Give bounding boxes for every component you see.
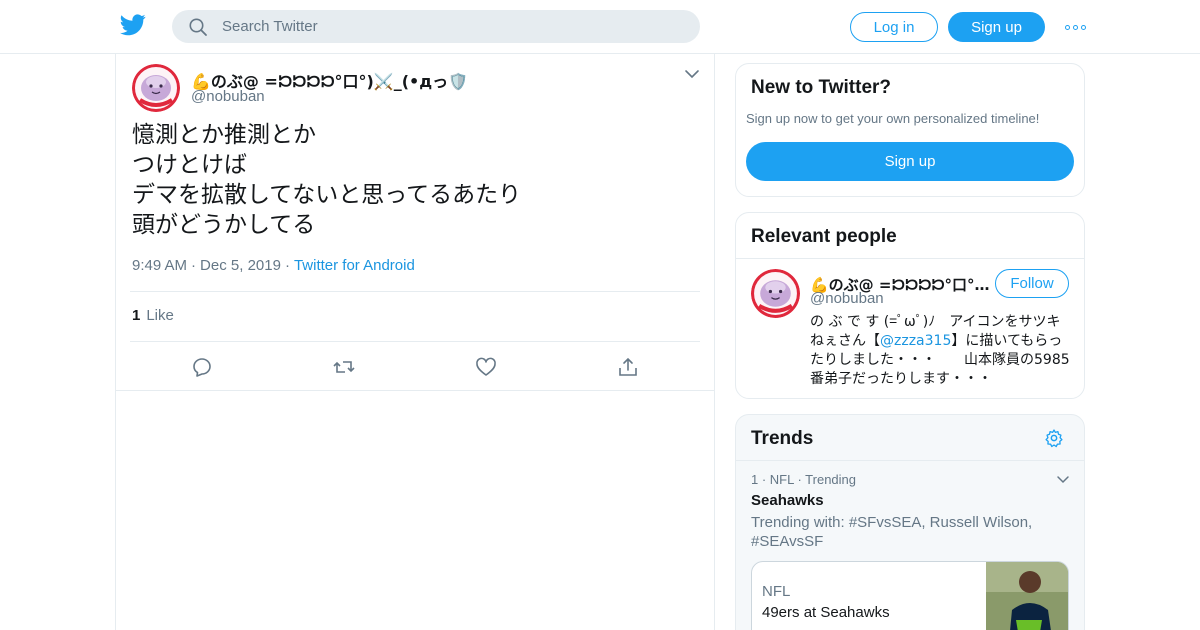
tweet-text: 憶測とか推測とか つけとけば デマを拡散してないと思ってるあたり 頭がどうかして…	[132, 120, 521, 240]
search-bar[interactable]: Search Twitter	[172, 10, 700, 43]
like-icon[interactable]	[474, 355, 498, 379]
tweet-metadata: 9:49 AM · Dec 5, 2019 · Twitter for Android	[132, 257, 415, 274]
avatar[interactable]	[751, 269, 800, 318]
card-subtitle: Sign up now to get your own personalized…	[746, 111, 1040, 126]
trend-name[interactable]: Seahawks	[751, 492, 824, 509]
share-icon[interactable]	[616, 355, 640, 379]
like-count-label: Like	[146, 307, 174, 324]
tweet-text-line: 頭がどうかしてる	[132, 212, 316, 238]
more-options-icon[interactable]	[1063, 17, 1087, 37]
like-count-number: 1	[132, 307, 141, 324]
person-handle[interactable]: @nobuban	[810, 290, 884, 307]
tweet-text-line: デマを拡散してないと思ってるあたり	[132, 182, 522, 208]
signup-button[interactable]: Sign up	[948, 12, 1045, 42]
tweet-column: 💪のぶ@ =𝈀𝈀𝈀𝈀°口°)⚔️_(•дっ🛡️ @nobuban 憶測とか推測と…	[115, 54, 715, 630]
twitter-bird-logo-icon[interactable]	[120, 13, 146, 37]
avatar-image	[132, 64, 180, 112]
follow-button[interactable]: Follow	[995, 269, 1069, 298]
card-title: Trends	[751, 428, 814, 449]
tweet-time[interactable]: 9:49 AM	[132, 257, 187, 274]
tweet-source-link[interactable]: Twitter for Android	[294, 257, 415, 274]
bio-mention-link[interactable]: @zzza315	[880, 333, 951, 349]
trend-related: Trending with: #SFvsSEA, Russell Wilson,…	[751, 514, 1033, 550]
tweet-text-line: つけとけば	[132, 152, 247, 178]
divider	[130, 291, 700, 292]
author-handle[interactable]: @nobuban	[191, 88, 265, 105]
chevron-down-icon[interactable]	[684, 68, 700, 80]
login-button[interactable]: Log in	[850, 12, 938, 42]
reply-icon[interactable]	[190, 355, 214, 379]
person-bio: の ぶ で す (=ﾟωﾟ)ﾉ アイコンをサツキねぇさん【@zzza315】に描…	[810, 313, 1072, 389]
tweet-date[interactable]: Dec 5, 2019	[200, 257, 281, 274]
new-to-twitter-card: New to Twitter? Sign up now to get your …	[735, 63, 1085, 197]
tweet: 💪のぶ@ =𝈀𝈀𝈀𝈀°口°)⚔️_(•дっ🛡️ @nobuban 憶測とか推測と…	[116, 54, 714, 391]
gear-icon[interactable]	[1044, 428, 1064, 448]
tweet-text-line: 憶測とか推測とか	[132, 122, 316, 148]
news-thumbnail-image: 3	[986, 562, 1068, 630]
divider	[130, 341, 700, 342]
card-title: Relevant people	[751, 226, 897, 247]
relevant-people-card: Relevant people 💪のぶ@ =𝈀𝈀𝈀𝈀°口°)... @nobub…	[735, 212, 1085, 399]
divider	[736, 258, 1084, 259]
trend-meta: 1 · NFL · Trending	[751, 472, 857, 487]
news-source: NFL	[762, 583, 791, 600]
sidebar-signup-button[interactable]: Sign up	[746, 142, 1074, 181]
search-input[interactable]: Search Twitter	[222, 18, 318, 35]
avatar[interactable]	[132, 64, 180, 112]
card-title: New to Twitter?	[751, 77, 892, 98]
top-navigation-bar: Search Twitter Log in Sign up	[0, 0, 1200, 54]
divider	[736, 460, 1084, 461]
news-card[interactable]: NFL 49ers at Seahawks 3	[751, 561, 1069, 630]
retweet-icon[interactable]	[332, 355, 356, 379]
trends-card: Trends 1 · NFL · Trending Seahawks Trend…	[735, 414, 1085, 630]
search-icon	[189, 18, 207, 36]
news-title: 49ers at Seahawks	[762, 604, 890, 621]
like-count[interactable]: 1 Like	[132, 307, 174, 324]
chevron-down-icon[interactable]	[1056, 475, 1070, 485]
avatar-image	[751, 269, 800, 318]
